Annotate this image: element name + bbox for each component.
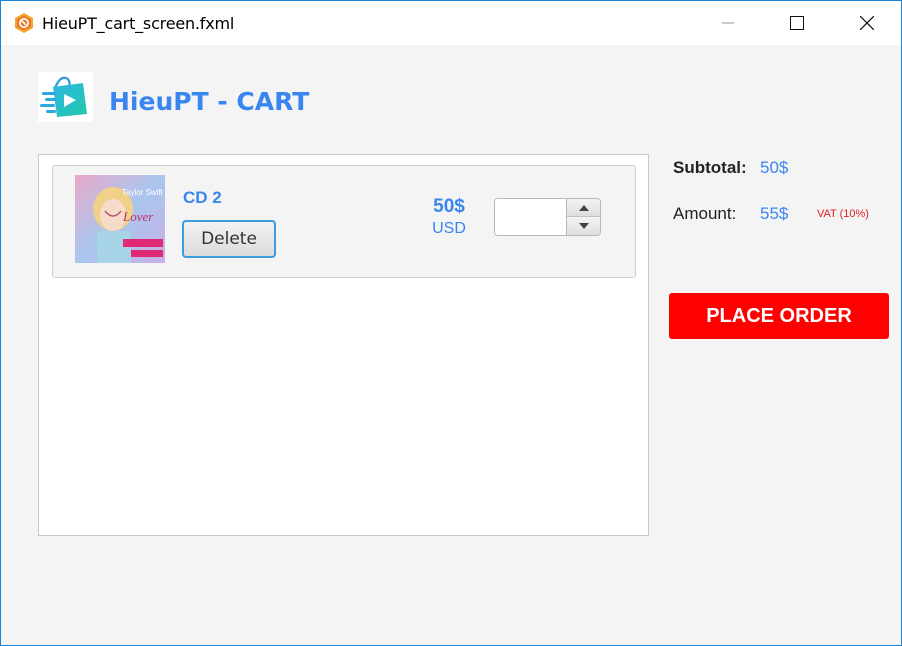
amount-label: Amount: [673, 204, 737, 223]
close-icon [860, 16, 874, 30]
cover-album-text: Lover [122, 209, 154, 224]
page-title: HieuPT - CART [109, 87, 310, 116]
item-name: CD 2 [183, 188, 222, 207]
app-icon [13, 12, 35, 34]
title-bar[interactable]: HieuPT_cart_screen.fxml [1, 1, 901, 45]
shopping-bag-icon [38, 72, 93, 122]
minimize-icon [722, 22, 734, 24]
cart-item: Taylor Swift Lover CD 2 Delete 50$ USD [52, 165, 636, 278]
item-currency: USD [432, 220, 466, 237]
album-cover-image: Taylor Swift Lover [75, 175, 165, 263]
maximize-icon [790, 16, 804, 30]
minimize-button[interactable] [698, 1, 758, 45]
maximize-button[interactable] [767, 1, 827, 45]
place-order-button[interactable]: PLACE ORDER [669, 293, 889, 339]
quantity-stepper [494, 198, 601, 236]
chevron-up-icon [579, 204, 589, 211]
vat-note: VAT (10%) [817, 208, 869, 220]
window-title: HieuPT_cart_screen.fxml [42, 14, 235, 33]
subtotal-value: 50$ [760, 158, 789, 177]
item-price: 50$ [433, 196, 465, 217]
close-button[interactable] [837, 1, 897, 45]
decrement-button[interactable] [566, 217, 600, 235]
subtotal-label: Subtotal: [673, 158, 747, 177]
delete-button[interactable]: Delete [182, 220, 276, 258]
increment-button[interactable] [566, 199, 600, 217]
amount-value: 55$ [760, 204, 789, 223]
app-window: HieuPT_cart_screen.fxml HieuPT - CART Ta… [0, 0, 902, 646]
chevron-down-icon [579, 223, 589, 229]
cover-artist-text: Taylor Swift [122, 188, 164, 197]
quantity-input[interactable] [495, 199, 566, 235]
cart-list[interactable]: Taylor Swift Lover CD 2 Delete 50$ USD [38, 154, 649, 536]
